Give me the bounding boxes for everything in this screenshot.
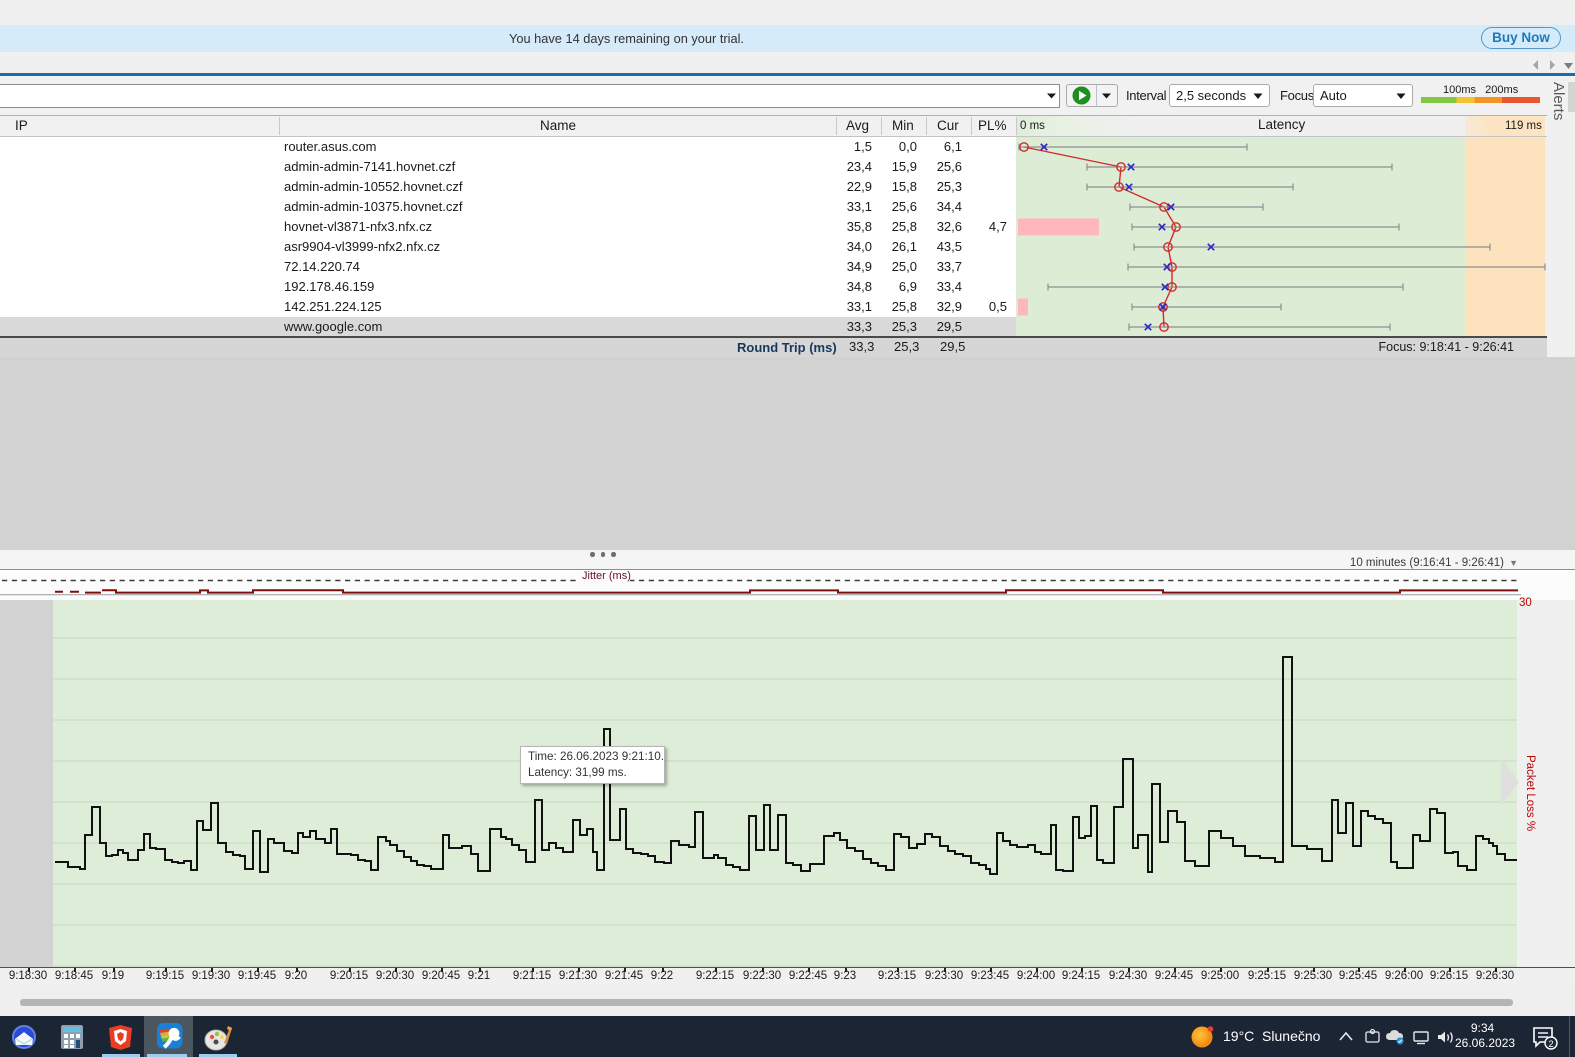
svg-text:2: 2 xyxy=(1548,1039,1553,1049)
